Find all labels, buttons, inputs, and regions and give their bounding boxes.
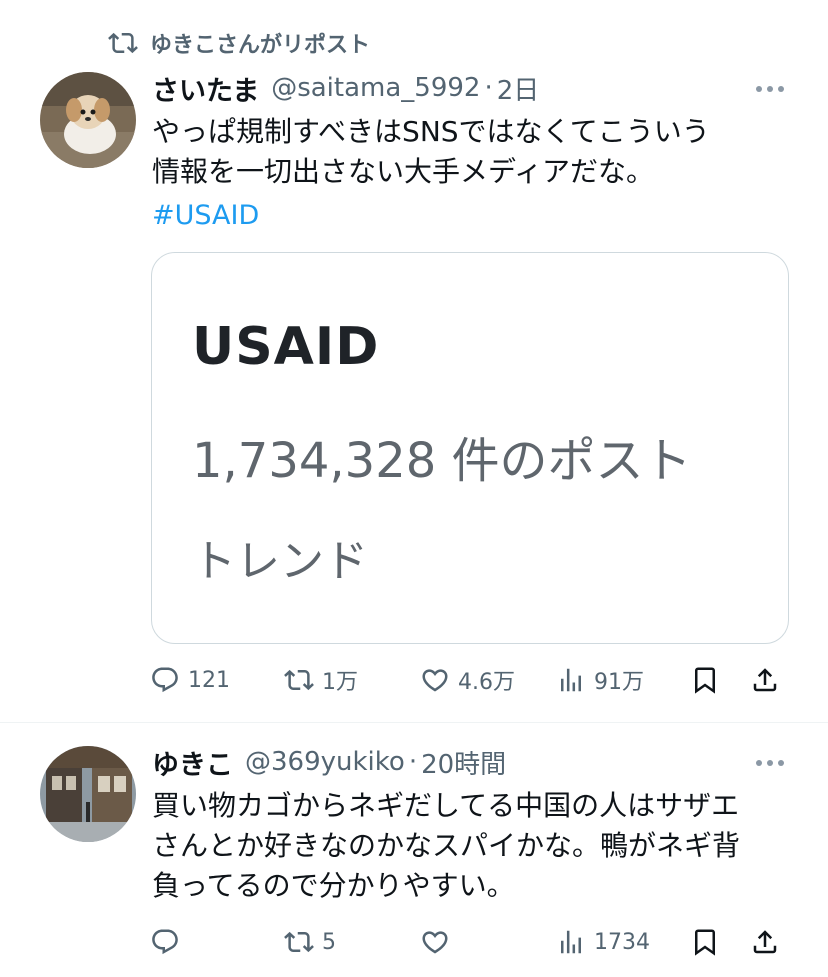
views-count: 1734	[594, 929, 650, 955]
repost-count: 1万	[322, 670, 358, 695]
repost-count: 5	[322, 929, 336, 955]
card-title: USAID	[192, 317, 380, 377]
like-button[interactable]	[420, 924, 458, 960]
street-avatar-image	[40, 746, 136, 842]
share-button[interactable]	[750, 662, 780, 698]
tweet-text-line: 買い物カゴからネギだしてる中国の人はサザエ	[152, 789, 740, 822]
action-bar: 121 1万 4.6万 91万	[150, 662, 790, 698]
timestamp[interactable]: 20時間	[421, 744, 506, 781]
repost-icon	[108, 32, 138, 54]
like-button[interactable]: 4.6万	[420, 662, 515, 698]
views-button[interactable]: 1734	[556, 924, 650, 960]
dog-avatar-image	[40, 72, 136, 168]
hashtag-link[interactable]: #USAID	[152, 196, 259, 236]
bookmark-button[interactable]	[690, 924, 720, 960]
more-dot	[767, 760, 773, 766]
tweet-text-line: やっぱ規制すべきはSNSではなくてこういう	[152, 115, 710, 148]
heart-icon	[422, 931, 448, 954]
heart-icon	[422, 669, 448, 692]
reply-count: 121	[188, 667, 230, 693]
user-handle[interactable]: @369yukiko	[245, 747, 405, 777]
reply-button[interactable]: 121	[150, 662, 230, 698]
share-button[interactable]	[750, 924, 780, 960]
bookmark-button[interactable]	[690, 662, 720, 698]
more-options-button[interactable]	[756, 758, 784, 768]
avatar[interactable]	[40, 746, 136, 842]
more-dot	[756, 86, 762, 92]
repost-banner-text: ゆきこさんがリポスト	[150, 33, 371, 58]
views-count: 91万	[594, 670, 644, 695]
like-count: 4.6万	[458, 670, 515, 695]
tweet-header: さいたま @saitama_5992 · 2日	[152, 69, 540, 108]
share-icon	[753, 668, 777, 692]
separator-dot: ·	[408, 747, 418, 777]
card-category: トレンド	[192, 536, 368, 587]
repost-icon	[284, 931, 314, 953]
tweet-divider	[0, 722, 828, 723]
timestamp[interactable]: 2日	[497, 70, 540, 107]
display-name[interactable]: さいたま	[152, 69, 259, 108]
more-dot	[756, 760, 762, 766]
repost-button[interactable]: 5	[284, 924, 336, 960]
tweet-text-line: 負ってるので分かりやすい。	[152, 869, 515, 902]
tweet-header: ゆきこ @369yukiko · 20時間	[152, 743, 506, 782]
repost-icon	[284, 669, 314, 691]
media-card[interactable]: USAID 1,734,328 件のポスト トレンド	[151, 252, 789, 644]
tweet-text-line: 情報を一切出さない大手メディアだな。	[152, 155, 655, 188]
display-name[interactable]: ゆきこ	[152, 743, 233, 782]
reply-icon	[152, 929, 178, 955]
more-options-button[interactable]	[756, 84, 784, 94]
views-chart-icon	[561, 930, 581, 954]
bookmark-icon	[695, 929, 715, 956]
separator-dot: ·	[484, 73, 493, 103]
avatar[interactable]	[40, 72, 136, 168]
tweet-text: 買い物カゴからネギだしてる中国の人はサザエ さんとか好きなのかなスパイかな。鴨が…	[152, 786, 792, 906]
card-post-count: 1,734,328 件のポスト	[192, 433, 692, 489]
action-bar: 5 1734	[150, 924, 790, 960]
views-chart-icon	[561, 668, 581, 692]
more-dot	[778, 86, 784, 92]
repost-button[interactable]: 1万	[284, 662, 358, 698]
timeline-feed: ゆきこさんがリポスト さいたま @saitama_5992 · 2日 やっぱ規制…	[0, 0, 828, 977]
more-dot	[778, 760, 784, 766]
tweet-text-line: さんとか好きなのかなスパイかな。鴨がネギ背	[152, 829, 741, 862]
more-dot	[767, 86, 773, 92]
views-button[interactable]: 91万	[556, 662, 644, 698]
bookmark-icon	[695, 667, 715, 694]
reply-button[interactable]	[150, 924, 188, 960]
share-icon	[753, 930, 777, 954]
tweet-text: やっぱ規制すべきはSNSではなくてこういう 情報を一切出さない大手メディアだな。	[152, 112, 792, 192]
repost-banner[interactable]: ゆきこさんがリポスト	[108, 28, 370, 58]
reply-icon	[152, 667, 178, 693]
user-handle[interactable]: @saitama_5992	[271, 73, 480, 103]
